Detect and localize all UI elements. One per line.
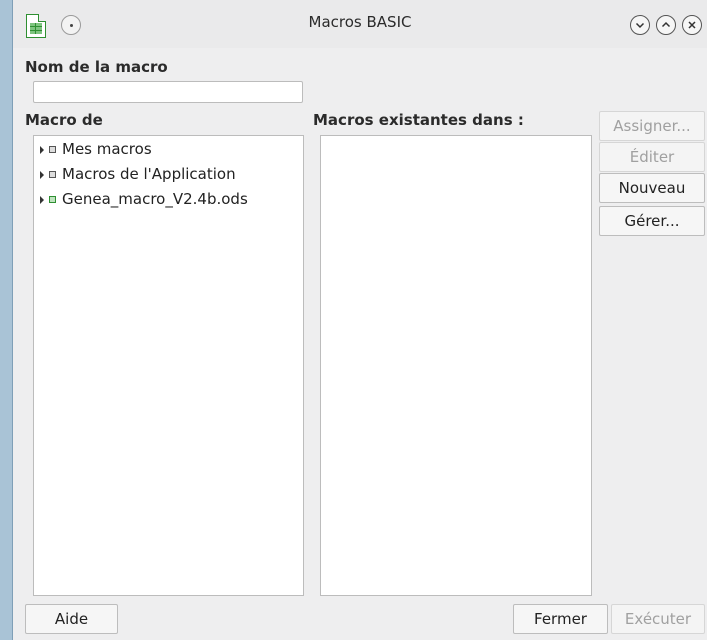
library-icon (49, 146, 56, 153)
tree-item-application-macros[interactable]: Macros de l'Application (34, 165, 303, 187)
macro-dialog: Macros BASIC Nom de la macro Macro de Ma… (13, 0, 707, 640)
macro-name-label: Nom de la macro (25, 58, 168, 76)
chevron-down-icon (635, 22, 645, 29)
close-icon (688, 21, 696, 29)
expand-arrow-icon[interactable] (40, 196, 44, 204)
maximize-button[interactable] (656, 15, 676, 35)
macro-name-input[interactable] (33, 81, 303, 103)
edit-button[interactable]: Éditer (599, 142, 705, 172)
library-icon (49, 171, 56, 178)
tree-item-my-macros[interactable]: Mes macros (34, 140, 303, 162)
tree-item-label: Mes macros (62, 140, 152, 158)
tree-item-label: Macros de l'Application (62, 165, 236, 183)
assign-button[interactable]: Assigner... (599, 111, 705, 141)
window-title: Macros BASIC (308, 13, 412, 31)
tree-item-label: Genea_macro_V2.4b.ods (62, 190, 248, 208)
macro-library-tree[interactable]: Mes macros Macros de l'Application Genea… (33, 135, 304, 596)
chevron-up-icon (661, 21, 671, 28)
run-button[interactable]: Exécuter (611, 604, 705, 634)
expand-arrow-icon[interactable] (40, 146, 44, 154)
title-bar: Macros BASIC (13, 0, 707, 48)
close-button[interactable]: Fermer (513, 604, 608, 634)
minimize-button[interactable] (630, 15, 650, 35)
existing-macros-list[interactable] (320, 135, 592, 596)
help-button[interactable]: Aide (25, 604, 118, 634)
new-button[interactable]: Nouveau (599, 173, 705, 203)
macro-from-label: Macro de (25, 111, 103, 129)
tree-item-document[interactable]: Genea_macro_V2.4b.ods (34, 190, 303, 212)
close-window-button[interactable] (682, 15, 702, 35)
existing-macros-label: Macros existantes dans : (313, 111, 524, 129)
expand-arrow-icon[interactable] (40, 171, 44, 179)
manage-button[interactable]: Gérer... (599, 206, 705, 236)
spreadsheet-icon (49, 196, 56, 203)
